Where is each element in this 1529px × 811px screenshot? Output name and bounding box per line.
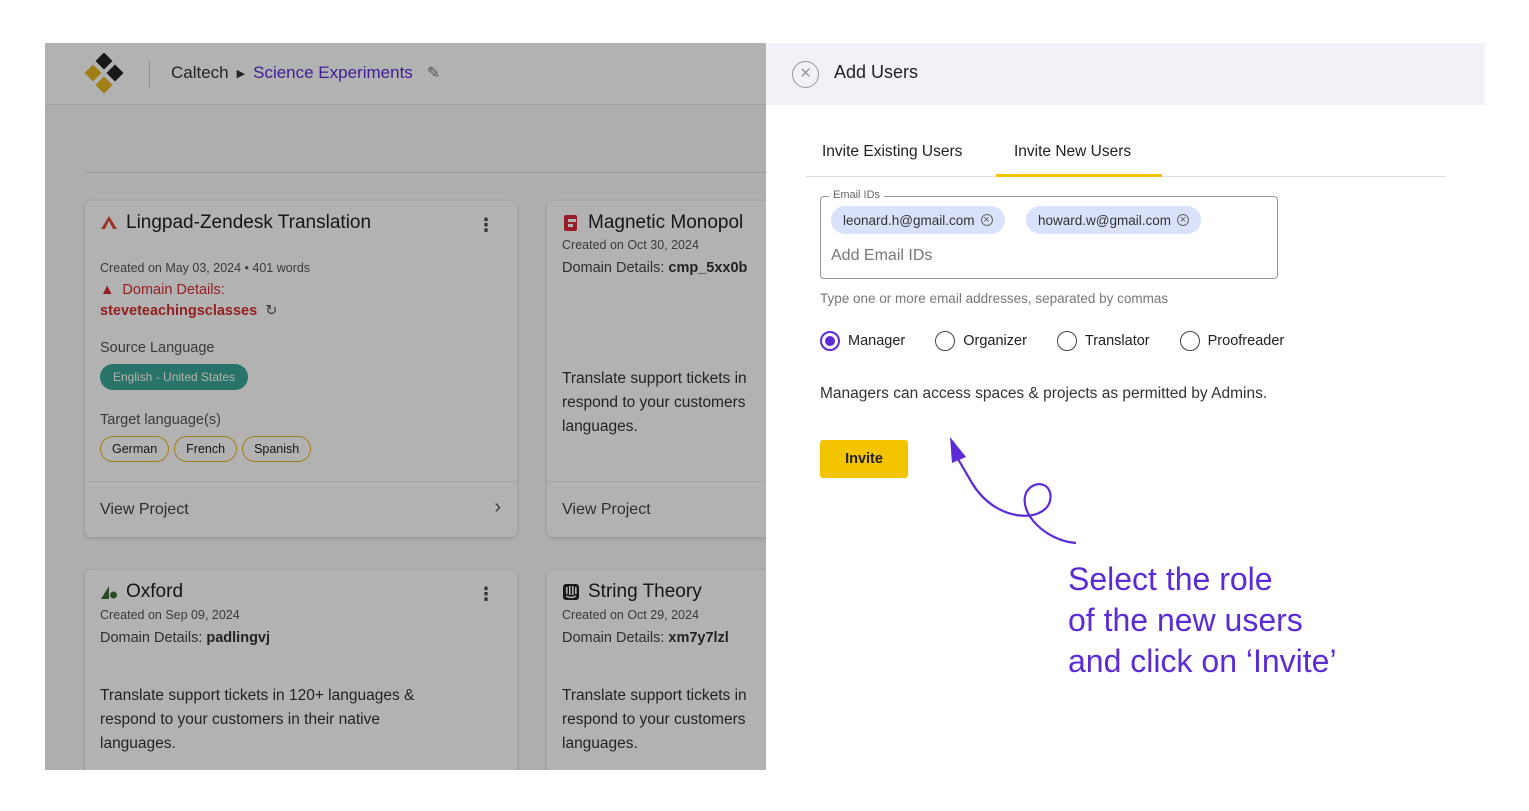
annotation-callout: Select the role of the new users and cli…: [1068, 561, 1337, 679]
email-helper-text: Type one or more email addresses, separa…: [820, 291, 1169, 306]
role-radio-group: Manager Organizer Translator Proofreader: [820, 331, 1314, 351]
add-users-panel: ✕ Add Users Invite Existing Users Invite…: [766, 43, 1485, 770]
email-chip: howard.w@gmail.com ×: [1026, 206, 1201, 234]
remove-chip-icon[interactable]: ×: [980, 214, 993, 226]
panel-header: ✕ Add Users: [766, 43, 1485, 105]
role-proofreader[interactable]: Proofreader: [1179, 331, 1284, 351]
radio-icon[interactable]: [935, 331, 956, 351]
invite-button[interactable]: Invite: [820, 440, 908, 478]
radio-selected-icon[interactable]: [820, 331, 840, 351]
annotation-arrow-icon: [950, 437, 1077, 545]
role-description: Managers can access spaces & projects as…: [820, 385, 1268, 402]
email-ids-field[interactable]: Email IDs leonard.h@gmail.com × howard.w…: [820, 189, 1278, 279]
email-input[interactable]: [831, 243, 1261, 269]
close-icon[interactable]: ✕: [792, 61, 819, 88]
role-organizer[interactable]: Organizer: [935, 331, 1027, 351]
modal-backdrop[interactable]: [45, 43, 767, 770]
radio-icon[interactable]: [1056, 331, 1077, 351]
role-translator[interactable]: Translator: [1056, 331, 1150, 351]
tab-invite-existing-users[interactable]: Invite Existing Users: [822, 143, 962, 177]
panel-title: Add Users: [834, 62, 919, 82]
screenshot-frame: Caltech ▶ Science Experiments ✎ Lingpad-…: [45, 43, 1485, 770]
email-ids-legend: Email IDs: [829, 189, 885, 201]
invite-tabs: Invite Existing Users Invite New Users: [806, 133, 1446, 177]
radio-icon[interactable]: [1179, 331, 1200, 351]
role-manager[interactable]: Manager: [820, 331, 905, 351]
remove-chip-icon[interactable]: ×: [1177, 214, 1189, 226]
email-chip: leonard.h@gmail.com ×: [831, 206, 1005, 234]
tab-invite-new-users[interactable]: Invite New Users: [996, 143, 1162, 177]
